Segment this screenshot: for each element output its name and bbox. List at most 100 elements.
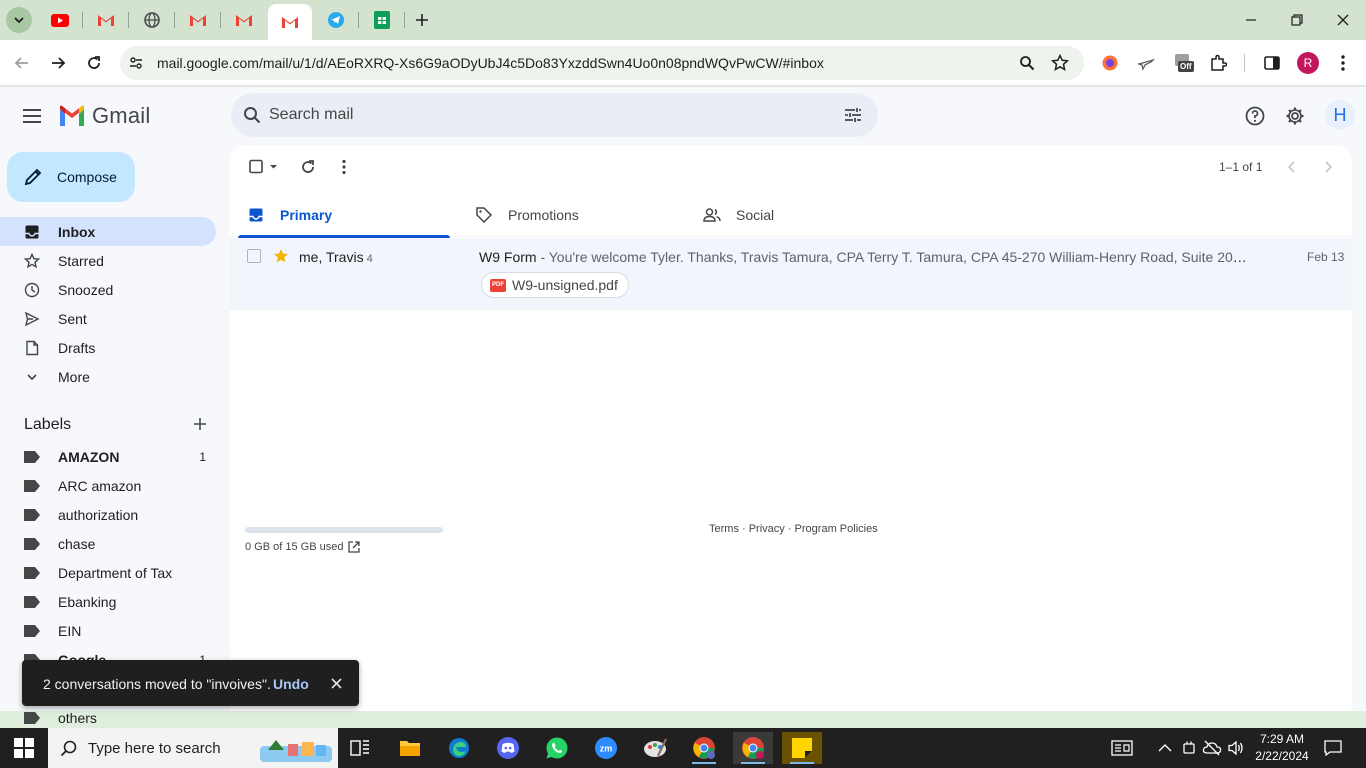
storage-usage-text: 0 GB of 15 GB used [245, 541, 344, 553]
more-options-button[interactable] [332, 155, 356, 179]
main-menu-button[interactable] [20, 104, 44, 128]
taskbar-search-box[interactable]: Type here to search [48, 728, 338, 768]
older-page-button[interactable] [1316, 155, 1340, 179]
label-item-authorization[interactable]: authorization [0, 500, 216, 529]
forward-button[interactable] [45, 50, 71, 76]
bookmark-star-icon[interactable] [1050, 53, 1070, 73]
labels-heading: Labels [24, 416, 72, 433]
sidebar-item-more[interactable]: More [0, 362, 216, 391]
browser-tab-sheets[interactable] [360, 6, 404, 34]
address-bar[interactable]: mail.google.com/mail/u/1/d/AEoRXRQ-Xs6G9… [120, 46, 1084, 80]
open-storage-icon[interactable] [347, 540, 361, 554]
extension-plane-icon[interactable] [1134, 51, 1158, 75]
tray-chevron-up-icon[interactable] [1155, 738, 1175, 758]
email-row[interactable]: me, Travis 4 W9 Form - You're welcome Tyl… [230, 238, 1352, 310]
settings-gear-icon[interactable] [1283, 104, 1307, 128]
minimize-button[interactable] [1239, 8, 1263, 32]
chrome-menu-icon[interactable] [1331, 51, 1355, 75]
tray-device-icon[interactable] [1179, 738, 1199, 758]
tab-social[interactable]: Social [686, 193, 914, 237]
gmail-logo[interactable]: Gmail [58, 103, 150, 129]
clock-icon [24, 282, 40, 298]
sidebar-item-snoozed[interactable]: Snoozed [0, 275, 216, 304]
search-options-icon[interactable] [842, 104, 864, 126]
discord-button[interactable] [488, 732, 528, 764]
sidebar-item-starred[interactable]: Starred [0, 246, 216, 275]
label-item-ebanking[interactable]: Ebanking [0, 587, 216, 616]
browser-tab-gmail-active[interactable] [268, 4, 312, 40]
sidebar-item-inbox[interactable]: Inbox [0, 217, 216, 246]
notifications-icon[interactable] [1323, 738, 1343, 758]
chrome-profile-avatar[interactable]: R [1297, 52, 1319, 74]
close-window-button[interactable] [1331, 8, 1355, 32]
sidebar-item-sent[interactable]: Sent [0, 304, 216, 333]
new-tab-button[interactable] [410, 8, 434, 32]
browser-tab-gmail-1[interactable] [84, 6, 128, 34]
snackbar-notification: 2 conversations moved to "invoives". Und… [22, 660, 359, 706]
newer-page-button[interactable] [1280, 155, 1304, 179]
draft-icon [24, 340, 40, 356]
footer-links[interactable]: Terms · Privacy · Program Policies [709, 523, 878, 535]
whatsapp-button[interactable] [537, 732, 577, 764]
gmail-icon [98, 15, 114, 26]
system-clock[interactable]: 7:29 AM 2/22/2024 [1254, 731, 1310, 765]
support-icon[interactable] [1243, 104, 1267, 128]
tab-search-button[interactable] [6, 7, 32, 33]
label-item-ein[interactable]: EIN [0, 616, 216, 645]
label-name: EIN [58, 622, 82, 639]
browser-tab-globe[interactable] [130, 6, 174, 34]
paint-button[interactable] [635, 732, 675, 764]
task-view-button[interactable] [340, 732, 380, 764]
tag-icon [474, 205, 494, 225]
site-info-icon[interactable] [126, 53, 146, 73]
news-widget-icon[interactable] [1110, 738, 1134, 758]
email-subject: W9 Form [479, 249, 537, 265]
sticky-notes-button[interactable] [782, 732, 822, 764]
thread-count: 4 [366, 253, 373, 265]
star-icon[interactable] [272, 247, 290, 265]
onedrive-offline-icon[interactable] [1202, 738, 1222, 758]
chrome-profile-2-button[interactable] [733, 732, 773, 764]
email-select-checkbox[interactable] [247, 249, 261, 263]
browser-tab-gmail-3[interactable] [222, 6, 266, 34]
browser-tab-youtube[interactable] [38, 6, 82, 34]
create-label-button[interactable] [190, 414, 210, 434]
select-all-checkbox[interactable] [242, 155, 282, 179]
snackbar-close-button[interactable] [327, 674, 345, 692]
restore-button[interactable] [1285, 8, 1309, 32]
label-tag-icon [24, 624, 40, 637]
undo-button[interactable]: Undo [273, 676, 309, 692]
windows-start-icon[interactable] [14, 738, 34, 758]
side-panel-icon[interactable] [1260, 51, 1284, 75]
attachment-chip[interactable]: PDF W9-unsigned.pdf [481, 272, 629, 298]
refresh-button[interactable] [296, 155, 320, 179]
browser-tab-gmail-2[interactable] [176, 6, 220, 34]
zoom-lens-icon[interactable] [1017, 53, 1037, 73]
reload-button[interactable] [81, 50, 107, 76]
browser-tab-telegram[interactable] [314, 6, 358, 34]
compose-button[interactable]: Compose [7, 152, 135, 202]
label-item-chase[interactable]: chase [0, 529, 216, 558]
label-item-department-of-tax[interactable]: Department of Tax [0, 558, 216, 587]
chevron-left-icon [1287, 161, 1295, 173]
account-avatar[interactable]: H [1325, 100, 1355, 130]
extensions-puzzle-icon[interactable] [1206, 51, 1230, 75]
chrome-profile-1-button[interactable] [684, 732, 724, 764]
zoom-button[interactable]: zm [586, 732, 626, 764]
label-item-amazon[interactable]: AMAZON 1 [0, 442, 216, 471]
volume-icon[interactable] [1226, 738, 1246, 758]
gmail-icon [282, 17, 298, 28]
extension-firefox-icon[interactable] [1098, 51, 1122, 75]
sidebar-item-drafts[interactable]: Drafts [0, 333, 216, 362]
file-explorer-button[interactable] [390, 732, 430, 764]
edge-button[interactable] [439, 732, 479, 764]
search-input[interactable] [269, 103, 829, 127]
label-tag-icon [24, 595, 40, 608]
extension-off-icon[interactable]: Off [1172, 51, 1196, 75]
search-icon[interactable] [241, 104, 263, 126]
tab-promotions[interactable]: Promotions [458, 193, 686, 237]
back-button[interactable] [9, 50, 35, 76]
label-item-arc-amazon[interactable]: ARC amazon [0, 471, 216, 500]
tab-primary[interactable]: Primary [230, 193, 458, 238]
label-tag-icon [24, 479, 40, 492]
